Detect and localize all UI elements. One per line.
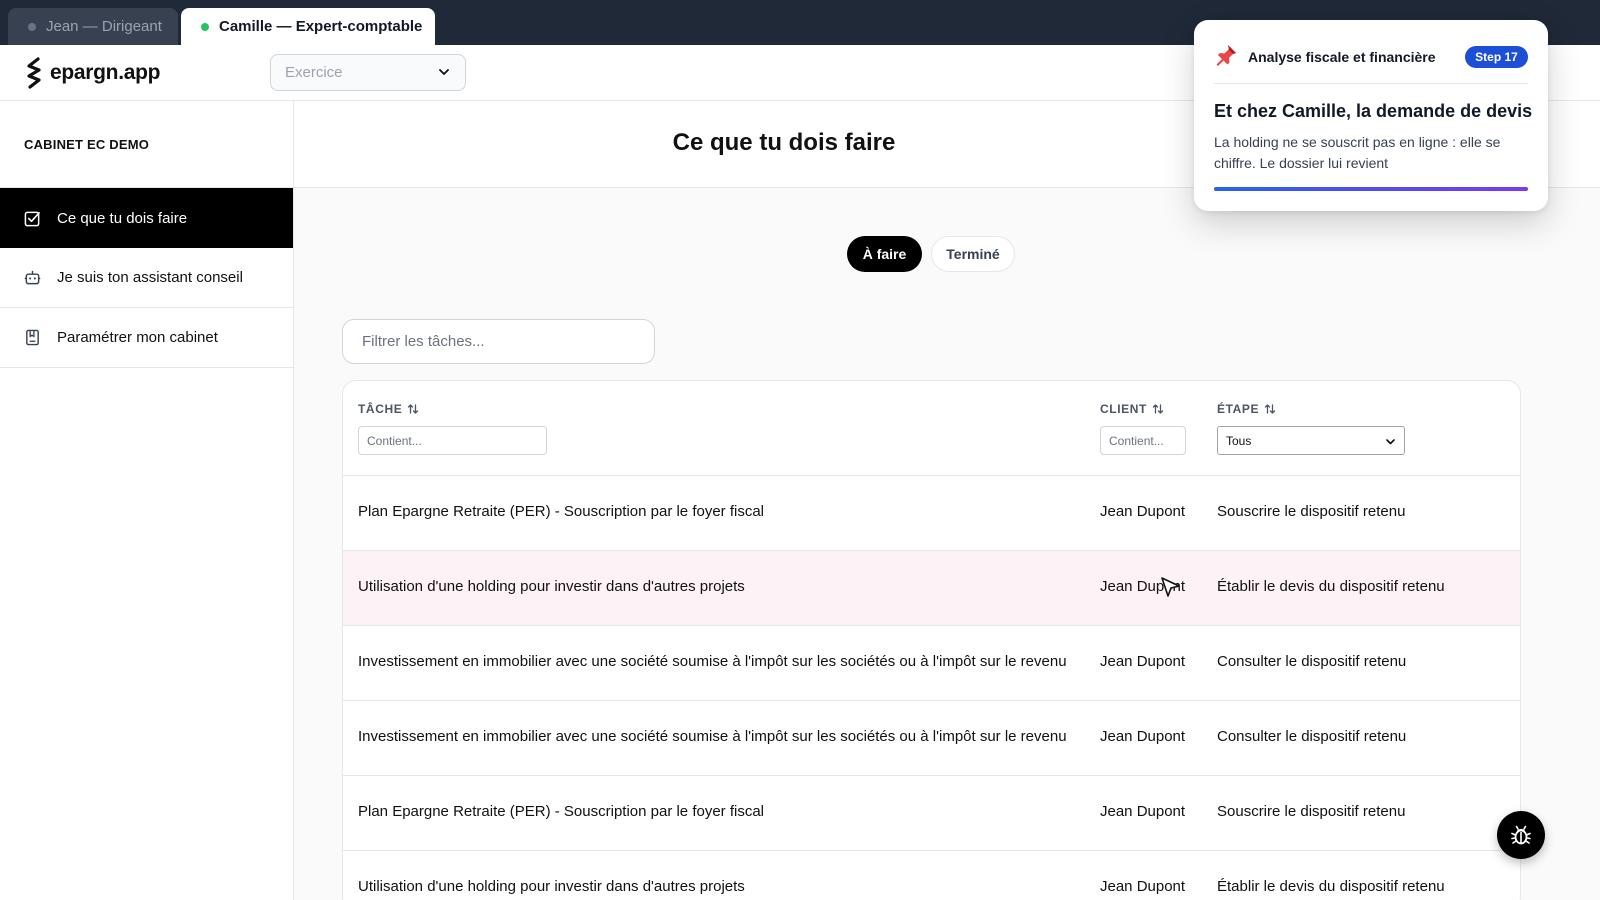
sidebar-item-label: Je suis ton assistant conseil	[57, 269, 243, 286]
sidebar-item-label: Paramétrer mon cabinet	[57, 329, 218, 346]
mouse-cursor-icon	[1161, 577, 1180, 597]
bug-icon	[1511, 825, 1531, 845]
table-row[interactable]: Plan Epargne Retraite (PER) - Souscripti…	[343, 776, 1520, 851]
exercice-select[interactable]: Exercice	[270, 54, 466, 91]
client-cell: Jean Dupont	[1100, 653, 1186, 670]
bug-report-button[interactable]	[1497, 811, 1545, 859]
tab-done[interactable]: Terminé	[931, 236, 1015, 272]
chevron-down-icon	[439, 69, 449, 75]
tab-label: Camille — Expert-comptable	[219, 18, 423, 35]
column-header-step[interactable]: ÉTAPE	[1217, 402, 1276, 416]
tour-divider	[1214, 83, 1528, 84]
client-cell: Jean Dupont	[1100, 803, 1186, 820]
tab-camille-expert-comptable[interactable]: Camille — Expert-comptable	[181, 8, 435, 45]
task-cell: Plan Epargne Retraite (PER) - Souscripti…	[358, 803, 765, 820]
tour-step-badge: Step 17	[1465, 46, 1528, 68]
column-header-task[interactable]: TÂCHE	[358, 402, 419, 416]
robot-icon	[24, 270, 41, 285]
sidebar-item-label: Ce que tu dois faire	[57, 209, 188, 227]
tasks-table: TÂCHE CLIENT ÉTAPE Tous Plan Epar	[342, 380, 1521, 900]
sort-icon	[1264, 404, 1276, 414]
tab-todo[interactable]: À faire	[847, 236, 922, 272]
task-cell: Plan Epargne Retraite (PER) - Souscripti…	[358, 503, 765, 520]
tour-popover: Analyse fiscale et financière Step 17 Et…	[1194, 20, 1548, 211]
task-cell: Utilisation d'une holding pour investir …	[358, 878, 745, 895]
tour-body: La holding ne se souscrit pas en ligne :…	[1214, 134, 1501, 171]
logo-mark-icon	[27, 57, 41, 89]
table-row-highlighted[interactable]: Utilisation d'une holding pour investir …	[343, 551, 1520, 626]
client-cell: Jean Dupont	[1100, 878, 1186, 895]
notebook-icon	[26, 329, 39, 346]
task-filter-input[interactable]	[342, 319, 655, 364]
table-header: TÂCHE CLIENT ÉTAPE Tous	[343, 381, 1520, 476]
step-column-filter-select[interactable]: Tous	[1217, 426, 1405, 455]
app-logo[interactable]: epargn.app	[24, 57, 160, 89]
tour-section-title: Analyse fiscale et financière	[1248, 49, 1436, 65]
table-row[interactable]: Utilisation d'une holding pour investir …	[343, 851, 1520, 900]
step-cell: Établir le devis du dispositif retenu	[1217, 578, 1445, 595]
cabinet-name: CABINET EC DEMO	[24, 137, 150, 152]
status-dot-icon	[201, 22, 209, 31]
tour-title: Et chez Camille, la demande de devis	[1214, 101, 1533, 121]
tour-progress-fill	[1214, 187, 1528, 191]
sidebar-item-tasks[interactable]: Ce que tu dois faire	[0, 188, 293, 248]
client-column-filter-input[interactable]	[1100, 426, 1186, 455]
task-cell: Investissement en immobilier avec une so…	[358, 653, 1067, 670]
table-row[interactable]: Plan Epargne Retraite (PER) - Souscripti…	[343, 476, 1520, 551]
sidebar-item-settings[interactable]: Paramétrer mon cabinet	[0, 308, 293, 368]
step-cell: Établir le devis du dispositif retenu	[1217, 878, 1445, 895]
sort-icon	[408, 404, 419, 414]
step-cell: Consulter le dispositif retenu	[1217, 653, 1407, 670]
column-header-label: CLIENT	[1100, 402, 1147, 416]
logo-text: epargn.app	[50, 61, 161, 84]
step-cell: Souscrire le dispositif retenu	[1217, 803, 1406, 820]
client-cell: Jean Dupont	[1100, 503, 1186, 520]
tab-label: Jean — Dirigeant	[46, 18, 162, 35]
task-cell: Investissement en immobilier avec une so…	[358, 728, 1067, 745]
client-cell: Jean Dupont	[1100, 728, 1186, 745]
step-cell: Souscrire le dispositif retenu	[1217, 503, 1406, 520]
step-filter-value: Tous	[1226, 433, 1252, 448]
task-column-filter-input[interactable]	[358, 426, 547, 455]
tour-progress-bar	[1214, 187, 1528, 191]
checkbox-icon	[24, 211, 40, 226]
tab-jean-dirigeant[interactable]: Jean — Dirigeant	[8, 8, 178, 45]
column-header-label: TÂCHE	[358, 402, 403, 416]
table-row[interactable]: Investissement en immobilier avec une so…	[343, 626, 1520, 701]
step-cell: Consulter le dispositif retenu	[1217, 728, 1407, 745]
task-cell: Utilisation d'une holding pour investir …	[358, 578, 745, 595]
status-dot-icon	[28, 22, 36, 31]
sidebar: CABINET EC DEMO Ce que tu dois faire Je …	[0, 101, 294, 900]
exercice-placeholder: Exercice	[285, 64, 343, 81]
page-title: Ce que tu dois faire	[672, 129, 896, 156]
sidebar-item-assistant[interactable]: Je suis ton assistant conseil	[0, 248, 293, 308]
pushpin-icon	[1216, 45, 1236, 66]
chevron-down-icon	[1386, 439, 1395, 445]
table-row[interactable]: Investissement en immobilier avec une so…	[343, 701, 1520, 776]
column-header-client[interactable]: CLIENT	[1100, 402, 1164, 416]
sort-icon	[1152, 404, 1164, 414]
column-header-label: ÉTAPE	[1217, 402, 1260, 416]
